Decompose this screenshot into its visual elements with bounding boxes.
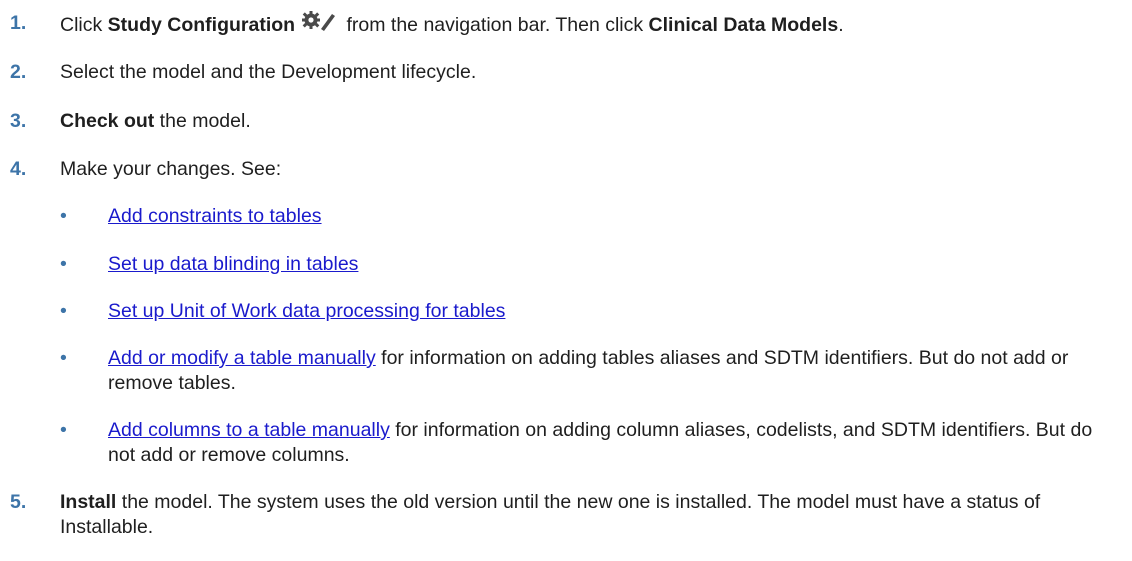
list-item: • Set up data blinding in tables [60, 252, 1124, 277]
link-set-up-data-blinding[interactable]: Set up data blinding in tables [108, 253, 358, 275]
ui-term-study-configuration: Study Configuration [107, 14, 296, 36]
link-add-constraints-to-tables[interactable]: Add constraints to tables [108, 205, 322, 227]
step-number: 5. [10, 491, 27, 513]
bullet-icon: • [60, 300, 67, 322]
step-3: 3. Check out the model. [10, 109, 1124, 134]
step-2: 2. Select the model and the Development … [10, 60, 1124, 85]
bullet-icon: • [60, 419, 67, 441]
step-text: Select the model and the Development lif… [60, 61, 477, 83]
bullet-icon: • [60, 253, 67, 275]
step-text-part: . [838, 14, 844, 36]
link-add-columns-to-table[interactable]: Add columns to a table manually [108, 419, 390, 441]
bullet-icon: • [60, 205, 67, 227]
step-text: Make your changes. See: [60, 158, 282, 180]
study-configuration-gear-icon [299, 11, 337, 33]
ui-term-check-out: Check out [60, 110, 155, 132]
step-5: 5. Install the model. The system uses th… [10, 490, 1092, 540]
step-text: Check out the model. [60, 109, 1124, 134]
step-number: 3. [10, 110, 27, 132]
step-text-part: the model. The system uses the old versi… [60, 491, 1041, 538]
ui-term-install: Install [60, 491, 117, 513]
step-number: 1. [10, 12, 27, 34]
bullet-icon: • [60, 347, 67, 369]
step-text: Click Study Configuration from the navig… [60, 11, 1124, 38]
step-number: 2. [10, 61, 27, 83]
list-item: • Add constraints to tables [60, 204, 1124, 229]
list-item: • Add or modify a table manually for inf… [60, 346, 1072, 396]
step-text-part: Click [60, 14, 108, 36]
ui-term-clinical-data-models: Clinical Data Models [648, 14, 839, 36]
step-text-part: from the navigation bar. Then click [341, 14, 649, 36]
list-item: • Set up Unit of Work data processing fo… [60, 299, 1124, 324]
list-item: • Add columns to a table manually for in… [60, 418, 1118, 468]
step-text-part: the model. [154, 110, 251, 132]
step-text: Install the model. The system uses the o… [60, 490, 1092, 540]
link-set-up-unit-of-work[interactable]: Set up Unit of Work data processing for … [108, 300, 505, 322]
link-add-or-modify-table[interactable]: Add or modify a table manually [108, 347, 376, 369]
step-number: 4. [10, 158, 27, 180]
step-4: 4. Make your changes. See: [10, 157, 1124, 182]
step-1: 1. Click Study Configuration from the na… [10, 11, 1124, 38]
